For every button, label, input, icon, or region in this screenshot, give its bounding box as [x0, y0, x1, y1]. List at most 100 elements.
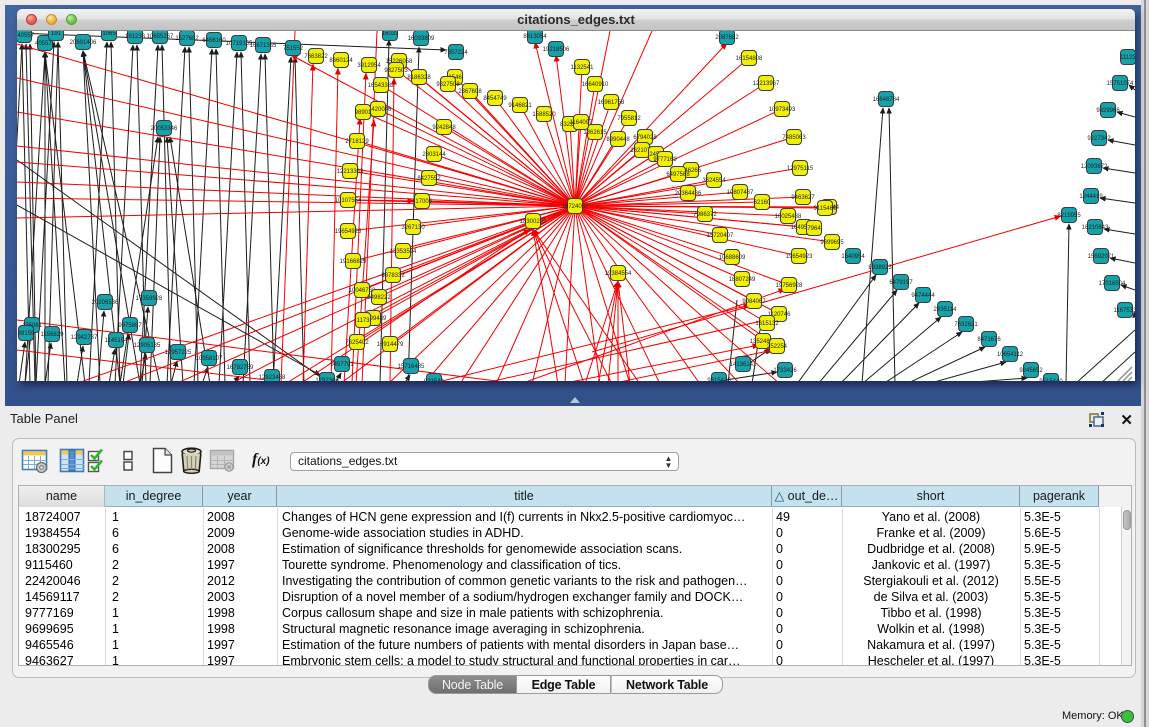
svg-text:1145194: 1145194: [105, 338, 129, 344]
svg-text:18807249: 18807249: [729, 277, 756, 283]
svg-text:9315446: 9315446: [707, 378, 731, 381]
svg-text:1164097: 1164097: [570, 120, 594, 126]
svg-text:10655267: 10655267: [147, 34, 174, 40]
svg-text:7986372: 7986372: [693, 212, 717, 218]
svg-text:9327503: 9327503: [384, 68, 408, 74]
svg-text:7485063: 7485063: [782, 135, 806, 141]
svg-text:8186328: 8186328: [407, 75, 431, 81]
svg-text:9327508: 9327508: [436, 82, 460, 88]
svg-text:1362615: 1362615: [583, 130, 607, 136]
svg-text:1065: 1065: [102, 31, 116, 37]
svg-text:1173: 1173: [357, 318, 371, 324]
svg-text:18724007: 18724007: [562, 204, 589, 210]
svg-text:1292346: 1292346: [315, 378, 339, 381]
svg-text:10107554: 10107554: [335, 198, 362, 204]
svg-text:20364436: 20364436: [675, 191, 702, 197]
svg-text:9975887: 9975887: [118, 323, 142, 329]
svg-text:1588520: 1588520: [532, 112, 556, 118]
svg-text:405572: 405572: [35, 41, 56, 47]
svg-text:9457791: 9457791: [330, 362, 354, 368]
svg-text:14136141: 14136141: [730, 362, 757, 368]
svg-text:8471676: 8471676: [977, 337, 1001, 343]
svg-text:2087682: 2087682: [715, 35, 739, 41]
svg-text:18300295: 18300295: [520, 219, 547, 225]
svg-text:16671355: 16671355: [250, 43, 277, 49]
svg-text:19654925: 19654925: [335, 229, 362, 235]
svg-text:7625402: 7625402: [345, 340, 369, 346]
svg-text:16640910: 16640910: [582, 82, 609, 88]
svg-text:1156829: 1156829: [41, 332, 65, 338]
svg-text:8427552: 8427552: [417, 176, 441, 182]
svg-text:16033809: 16033809: [408, 36, 435, 42]
svg-text:8454749: 8454749: [483, 96, 507, 102]
svg-text:1733426: 1733426: [773, 368, 797, 374]
svg-text:191233: 191233: [125, 34, 146, 40]
svg-text:9463627: 9463627: [791, 195, 815, 201]
svg-text:9227342: 9227342: [1087, 136, 1111, 142]
svg-text:16033: 16033: [382, 31, 399, 37]
svg-text:6498222: 6498222: [367, 295, 391, 301]
svg-text:11123: 11123: [1120, 55, 1135, 61]
svg-text:7632621: 7632621: [954, 322, 978, 328]
svg-text:16154808: 16154808: [736, 56, 763, 62]
svg-text:17359928: 17359928: [136, 296, 163, 302]
svg-text:9515440: 9515440: [1039, 379, 1063, 381]
svg-text:8878332: 8878332: [381, 273, 405, 279]
svg-text:7964: 7964: [807, 226, 821, 232]
svg-text:7357224: 7357224: [444, 50, 468, 56]
svg-text:62160: 62160: [754, 200, 771, 206]
svg-text:2803144: 2803144: [422, 152, 446, 158]
svg-text:19654923: 19654923: [786, 254, 813, 260]
svg-text:1640954: 1640954: [841, 254, 865, 260]
svg-text:98901: 98901: [355, 110, 372, 116]
svg-text:9777169: 9777169: [653, 157, 677, 163]
svg-text:12905135: 12905135: [134, 343, 161, 349]
svg-text:8938923: 8938923: [868, 265, 892, 271]
svg-text:16648784: 16648784: [873, 97, 900, 103]
svg-text:8215955: 8215955: [1057, 213, 1081, 219]
svg-text:6497568: 6497568: [666, 172, 690, 178]
svg-text:2718129: 2718129: [345, 139, 369, 145]
svg-text:10025438: 10025438: [775, 214, 802, 220]
svg-text:2367608: 2367608: [458, 89, 482, 95]
svg-text:15751074: 15751074: [1107, 81, 1134, 87]
svg-text:10654112: 10654112: [997, 352, 1024, 358]
svg-text:12923468: 12923468: [259, 375, 286, 381]
svg-text:39159: 39159: [18, 331, 35, 337]
svg-text:20691406: 20691406: [70, 40, 97, 46]
svg-text:140557: 140557: [17, 33, 35, 39]
svg-text:15716485: 15716485: [398, 364, 425, 370]
svg-text:9242848: 9242848: [432, 125, 456, 131]
svg-text:19166829: 19166829: [340, 259, 367, 265]
svg-text:2935114: 2935114: [934, 307, 958, 313]
svg-text:12942737: 12942737: [71, 335, 98, 341]
svg-text:16210643: 16210643: [1082, 225, 1109, 231]
svg-text:9115460: 9115460: [814, 206, 838, 212]
svg-text:16961758: 16961758: [598, 100, 625, 106]
svg-text:1244419: 1244419: [1079, 194, 1103, 200]
svg-text:17957225: 17957225: [165, 350, 192, 356]
svg-text:8990448: 8990448: [606, 137, 630, 143]
svg-text:9245652: 9245652: [1019, 368, 1043, 374]
svg-text:19218506: 19218506: [543, 47, 570, 53]
svg-text:1527602: 1527602: [175, 36, 199, 42]
svg-text:6479197: 6479197: [889, 280, 913, 286]
svg-text:8813054: 8813054: [523, 34, 547, 40]
svg-text:19384554: 19384554: [605, 271, 632, 277]
svg-text:9084067: 9084067: [742, 299, 766, 305]
svg-text:12093872: 12093872: [1081, 164, 1108, 170]
svg-text:10973493: 10973493: [769, 107, 796, 113]
svg-text:17016504: 17016504: [1099, 281, 1126, 287]
svg-text:19756928: 19756928: [776, 283, 803, 289]
svg-text:9474444: 9474444: [911, 293, 935, 299]
svg-text:6466160: 6466160: [202, 38, 226, 44]
svg-text:13353594: 13353594: [390, 249, 417, 255]
svg-text:12213383: 12213383: [337, 169, 364, 175]
svg-text:6794028: 6794028: [633, 135, 657, 141]
svg-text:12213967: 12213967: [753, 81, 780, 87]
svg-text:10807487: 10807487: [727, 190, 754, 196]
svg-text:12975115: 12975115: [787, 166, 814, 172]
svg-text:3912954: 3912954: [357, 63, 381, 69]
svg-text:191: 191: [51, 31, 62, 37]
svg-text:9699695: 9699695: [820, 240, 844, 246]
